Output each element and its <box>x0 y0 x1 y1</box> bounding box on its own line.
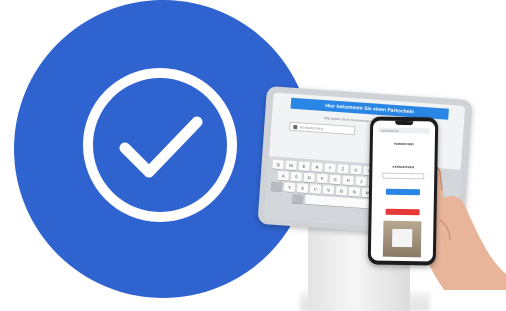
key[interactable]: Z <box>337 164 349 174</box>
key[interactable]: C <box>309 184 322 194</box>
key[interactable]: T <box>324 163 336 173</box>
car-icon <box>293 124 298 130</box>
phone-screen: parkschein.de PARKSCHEIN KENNZEICHEN <box>370 120 436 262</box>
key[interactable]: V <box>322 185 335 195</box>
phone-primary-button[interactable] <box>385 188 421 196</box>
phone-plate-input[interactable] <box>382 172 425 180</box>
plate-input[interactable]: KENNZEICHEN <box>289 121 356 136</box>
key[interactable]: S <box>290 171 303 182</box>
phone-secondary-label <box>372 202 434 203</box>
key[interactable]: U <box>350 165 362 175</box>
key[interactable]: B <box>335 186 348 196</box>
phone-notch <box>395 120 414 126</box>
phone-hint <box>372 182 434 183</box>
key[interactable]: Y <box>283 182 296 193</box>
key[interactable]: D <box>303 172 316 183</box>
phone-danger-button[interactable] <box>385 208 420 216</box>
hero-illustration: Hier bekommen Sie einen Parkschein Bitte… <box>0 0 506 311</box>
smartphone: parkschein.de PARKSCHEIN KENNZEICHEN <box>367 116 439 266</box>
phone-url-bar[interactable]: parkschein.de <box>378 127 431 134</box>
tablet-subtitle: Bitte geben Sie Ihr Kennzeichen ein <box>323 116 375 124</box>
key[interactable]: J <box>355 176 367 187</box>
phone-section-title: KENNZEICHEN <box>392 164 415 170</box>
check-icon <box>83 68 237 222</box>
key[interactable]: E <box>298 161 310 172</box>
key[interactable]: H <box>342 175 354 186</box>
key[interactable]: A <box>277 170 290 181</box>
plate-input-placeholder: KENNZEICHEN <box>300 124 324 131</box>
phone-camera-preview <box>382 220 422 258</box>
key[interactable]: W <box>285 160 297 171</box>
key[interactable]: R <box>311 162 323 173</box>
key[interactable]: F <box>316 173 329 184</box>
phone-heading: PARKSCHEIN <box>393 141 414 147</box>
key[interactable]: X <box>296 183 309 194</box>
shift-key[interactable] <box>270 181 283 192</box>
ticket-image <box>392 228 413 248</box>
key[interactable]: N <box>348 186 361 197</box>
key[interactable]: Q <box>272 159 284 170</box>
numbers-key[interactable] <box>291 194 304 204</box>
key[interactable]: G <box>329 174 342 185</box>
